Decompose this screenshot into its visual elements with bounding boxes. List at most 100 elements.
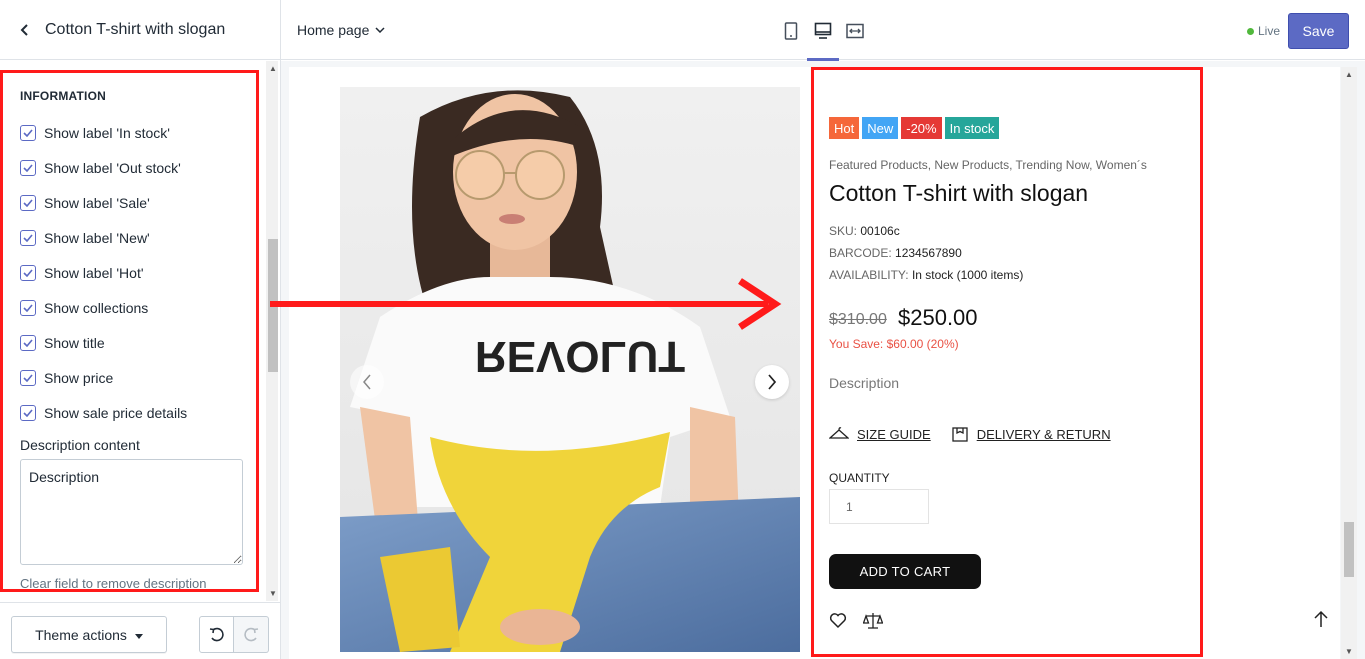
product-collections[interactable]: Featured Products, New Products, Trendin… <box>829 158 1147 172</box>
live-status: Live <box>1247 24 1280 38</box>
product-badge: In stock <box>944 117 1000 139</box>
scroll-down-arrow-icon[interactable]: ▼ <box>1345 647 1353 656</box>
chevron-left-icon <box>20 23 28 36</box>
compare-scale-icon[interactable] <box>863 612 883 630</box>
quantity-input[interactable]: 1 <box>829 489 929 524</box>
checkbox-list: Show label 'In stock' Show label 'Out sto… <box>20 115 259 430</box>
heart-icon[interactable] <box>829 612 847 629</box>
checkbox-row[interactable]: Show label 'New' <box>20 220 259 255</box>
checkmark-icon <box>23 408 33 417</box>
checkbox[interactable] <box>20 124 36 141</box>
desktop-view-button[interactable] <box>807 20 839 61</box>
checkmark-icon <box>23 128 33 137</box>
checkbox[interactable] <box>20 229 36 246</box>
availability-value: In stock (1000 items) <box>911 268 1024 282</box>
product-image: REVOLUT <box>340 87 800 652</box>
size-guide-link[interactable]: SIZE GUIDE <box>829 426 931 442</box>
sidebar-header: Cotton T-shirt with slogan <box>0 0 280 60</box>
expand-horizontal-icon <box>846 23 864 39</box>
scroll-up-arrow-icon[interactable]: ▲ <box>1345 70 1353 79</box>
undo-icon <box>209 627 224 641</box>
scroll-up-arrow-icon[interactable]: ▲ <box>269 64 277 73</box>
description-help-text: Clear field to remove description <box>20 576 207 591</box>
product-title: Cotton T-shirt with slogan <box>829 180 1089 206</box>
scroll-down-arrow-icon[interactable]: ▼ <box>269 589 277 598</box>
checkbox[interactable] <box>20 159 36 176</box>
sku-label: SKU: <box>829 224 858 238</box>
preview-scroll-thumb[interactable] <box>1344 522 1354 577</box>
image-next-button[interactable] <box>755 365 789 399</box>
checkbox[interactable] <box>20 334 36 351</box>
checkmark-icon <box>23 338 33 347</box>
checkbox-label: Show label 'In stock' <box>44 124 170 141</box>
checkbox-label: Show label 'New' <box>44 229 150 246</box>
mobile-view-button[interactable] <box>781 20 801 42</box>
checkbox-label: Show collections <box>44 299 149 316</box>
size-guide-label: SIZE GUIDE <box>857 426 931 442</box>
checkbox-row[interactable]: Show label 'In stock' <box>20 115 259 150</box>
delivery-return-link[interactable]: DELIVERY & RETURN <box>951 425 1111 443</box>
hanger-icon <box>829 427 849 439</box>
checkbox[interactable] <box>20 264 36 281</box>
checkbox-row[interactable]: Show sale price details <box>20 395 259 430</box>
checkbox-row[interactable]: Show collections <box>20 290 259 325</box>
back-button[interactable] <box>14 19 36 41</box>
device-view-switcher <box>781 20 865 61</box>
guide-links: SIZE GUIDE DELIVERY & RETURN <box>829 425 1131 443</box>
barcode-value: 1234567890 <box>895 246 962 260</box>
fullscreen-view-button[interactable] <box>845 20 865 42</box>
checkbox-row[interactable]: Show label 'Out stock' <box>20 150 259 185</box>
package-icon <box>952 427 968 442</box>
compare-at-price: $310.00 <box>829 311 887 328</box>
sidebar-settings-panel: INFORMATION Show label 'In stock' Show la… <box>0 61 279 601</box>
availability-row: AVAILABILITY: In stock (1000 items) <box>829 268 1023 282</box>
caret-down-icon <box>134 633 143 639</box>
page-select-dropdown[interactable]: Home page <box>297 22 385 38</box>
tshirt-print: REVOLUT <box>475 332 685 381</box>
sidebar-footer: Theme actions <box>0 602 280 659</box>
back-to-top-button[interactable] <box>1314 610 1328 633</box>
product-description: Description <box>829 375 900 391</box>
preview-scrollbar[interactable]: ▲ ▼ <box>1341 67 1357 659</box>
redo-button[interactable] <box>234 616 269 653</box>
sidebar-title: Cotton T-shirt with slogan <box>45 20 226 38</box>
checkmark-icon <box>23 233 33 242</box>
product-badge: Hot <box>829 117 860 139</box>
description-content-label: Description content <box>20 437 140 453</box>
arrow-up-icon <box>1314 610 1328 627</box>
checkbox-row[interactable]: Show title <box>20 325 259 360</box>
checkmark-icon <box>23 303 33 312</box>
product-badge: -20% <box>901 117 942 139</box>
checkbox-row[interactable]: Show price <box>20 360 259 395</box>
add-to-cart-button[interactable]: ADD TO CART <box>829 554 981 589</box>
checkbox-label: Show label 'Hot' <box>44 264 144 281</box>
availability-label: AVAILABILITY: <box>829 268 909 282</box>
storefront-preview: REVOLUT Hot New -20% In stock Featured Prod… <box>289 67 1340 659</box>
quantity-label: QUANTITY <box>829 471 890 485</box>
checkbox-row[interactable]: Show label 'Hot' <box>20 255 259 290</box>
theme-actions-label: Theme actions <box>35 626 127 643</box>
live-label: Live <box>1258 24 1281 38</box>
checkbox-label: Show label 'Sale' <box>44 194 150 211</box>
checkbox-row[interactable]: Show label 'Sale' <box>20 185 259 220</box>
checkmark-icon <box>23 163 33 172</box>
sku-value: 00106c <box>860 224 900 238</box>
checkbox[interactable] <box>20 299 36 316</box>
section-heading: INFORMATION <box>20 89 106 103</box>
checkmark-icon <box>23 198 33 207</box>
description-content-textarea[interactable]: Description <box>20 459 243 565</box>
checkbox[interactable] <box>20 369 36 386</box>
mobile-icon <box>784 22 798 40</box>
undo-button[interactable] <box>199 616 234 653</box>
checkbox-label: Show title <box>44 334 105 351</box>
checkbox[interactable] <box>20 194 36 211</box>
checkbox[interactable] <box>20 404 36 421</box>
undo-redo-group <box>199 616 269 653</box>
desktop-icon <box>814 22 832 39</box>
product-photo: REVOLUT <box>340 87 800 652</box>
sale-price: $250.00 <box>898 305 978 330</box>
save-button[interactable]: Save <box>1288 13 1349 49</box>
theme-actions-button[interactable]: Theme actions <box>11 616 167 653</box>
image-prev-button[interactable] <box>350 365 384 399</box>
product-action-icons <box>829 612 883 630</box>
